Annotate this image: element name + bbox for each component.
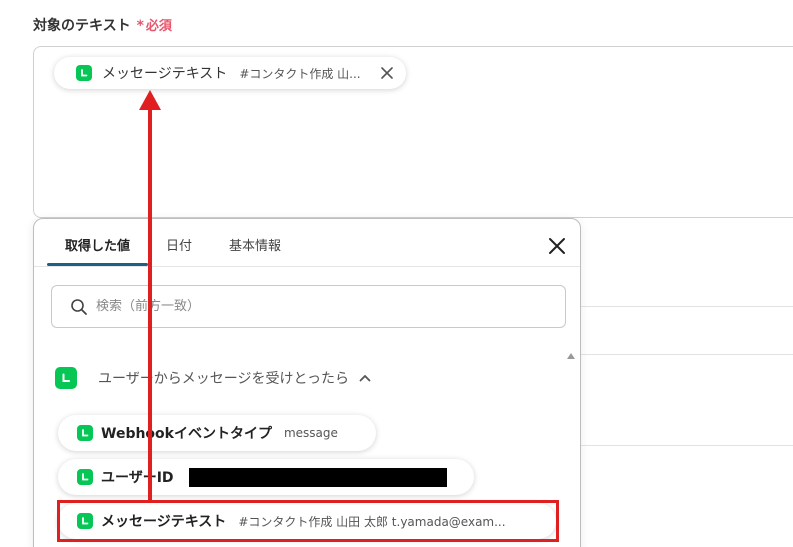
line-app-icon bbox=[77, 425, 93, 441]
search-icon bbox=[70, 298, 88, 316]
tab-basic-info[interactable]: 基本情報 bbox=[229, 235, 281, 254]
option-value: message bbox=[283, 426, 338, 440]
background-divider bbox=[581, 445, 793, 446]
background-divider bbox=[581, 354, 793, 355]
field-label: 対象のテキスト * 必須 bbox=[33, 15, 172, 35]
tab-date[interactable]: 日付 bbox=[166, 235, 192, 254]
line-app-icon bbox=[55, 367, 77, 389]
annotation-arrow-shaft bbox=[148, 108, 152, 501]
trigger-group-header[interactable]: ユーザーからメッセージを受けとったら bbox=[55, 367, 371, 389]
field-label-text: 対象のテキスト bbox=[33, 18, 131, 34]
scroll-up-arrow[interactable] bbox=[566, 351, 576, 361]
required-indicator: * 必須 bbox=[136, 18, 172, 34]
tab-bar: 取得した値 日付 基本情報 bbox=[34, 219, 580, 267]
line-app-icon bbox=[76, 65, 92, 81]
chevron-up-icon[interactable] bbox=[359, 373, 371, 383]
group-title: ユーザーからメッセージを受けとったら bbox=[98, 371, 350, 387]
line-app-icon bbox=[77, 469, 93, 485]
close-icon[interactable] bbox=[379, 65, 395, 81]
background-divider bbox=[581, 306, 793, 307]
redacted-value bbox=[189, 468, 447, 487]
chip-name: メッセージテキスト bbox=[102, 66, 228, 82]
active-tab-indicator bbox=[47, 263, 148, 266]
value-option-webhook-event-type[interactable]: Webhookイベントタイプ message bbox=[58, 415, 376, 451]
option-name: ユーザーID bbox=[101, 470, 174, 486]
close-icon[interactable] bbox=[547, 236, 567, 256]
search-box[interactable] bbox=[51, 285, 566, 328]
annotation-highlight-box bbox=[57, 500, 559, 542]
chip-value: #コンタクト作成 山... bbox=[239, 66, 361, 81]
tab-retrieved-values[interactable]: 取得した値 bbox=[65, 235, 130, 254]
search-input[interactable] bbox=[96, 299, 536, 314]
value-picker-popup: 取得した値 日付 基本情報 ユーザーからメッセージを受けとったら Webhook… bbox=[33, 218, 581, 547]
annotation-arrow-head bbox=[139, 90, 161, 110]
selected-value-chip[interactable]: メッセージテキスト #コンタクト作成 山... bbox=[54, 57, 406, 89]
option-name: Webhookイベントタイプ bbox=[101, 426, 272, 442]
